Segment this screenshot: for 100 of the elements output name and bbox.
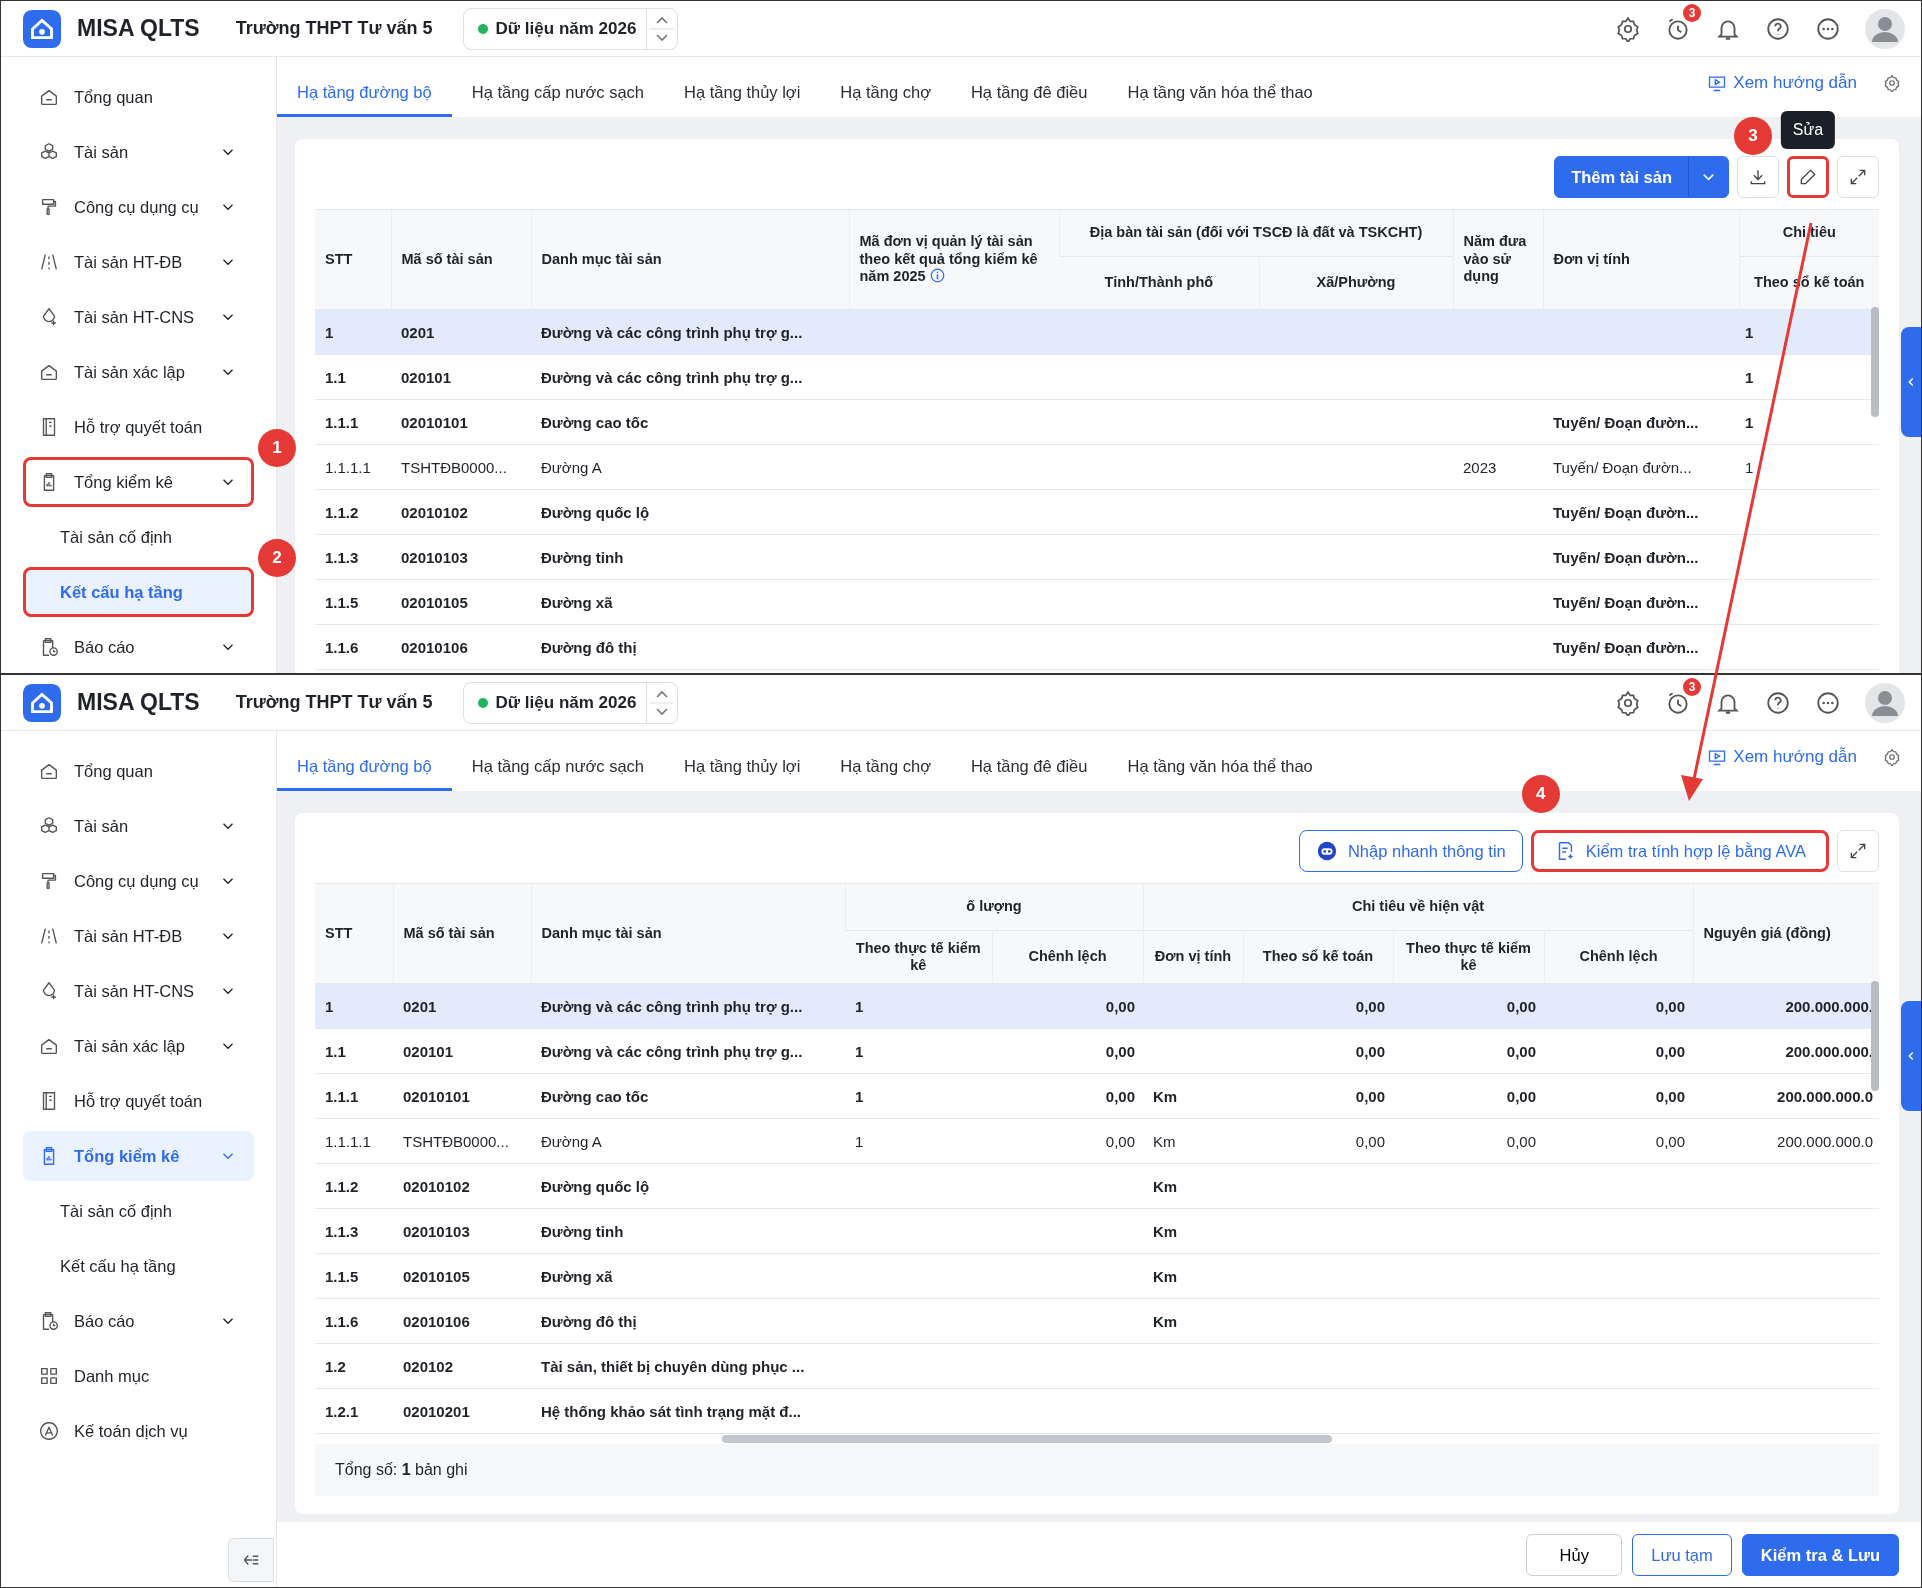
table-cell: 02010105 bbox=[391, 579, 531, 625]
primary-split-button[interactable]: Thêm tài sản bbox=[1554, 156, 1729, 198]
table-row[interactable]: 1.1.6 02010106 Đường đô thị Km bbox=[315, 1298, 1879, 1344]
table-cell: 0,00 bbox=[1243, 983, 1393, 1029]
settings-icon[interactable] bbox=[1615, 689, 1641, 716]
sidebar-item[interactable]: Tài sản bbox=[23, 127, 254, 177]
expand-button[interactable] bbox=[1837, 830, 1879, 872]
table-cell: 0,00 bbox=[992, 1073, 1143, 1119]
table-row[interactable]: 1.1.5 02010105 Đường xã Km bbox=[315, 1253, 1879, 1299]
settings-icon[interactable] bbox=[1883, 74, 1901, 92]
action-button[interactable]: Nhập nhanh thông tin bbox=[1298, 830, 1523, 872]
table-row[interactable]: 1.1.5 02010105 Đường xã Tuyến/ Đoạn đườn... bbox=[315, 579, 1879, 625]
table-row[interactable]: 1.1.1 02010101 Đường cao tốc 1 0,00 Km 0,00 0,00 0,00 200.000.000.0 bbox=[315, 1073, 1879, 1119]
footer-button[interactable]: Kiểm tra & Lưu bbox=[1741, 1534, 1899, 1576]
scrollbar[interactable] bbox=[722, 1435, 1332, 1443]
collapse-sidebar-button[interactable] bbox=[228, 1538, 274, 1582]
sidebar-item[interactable]: Hỗ trợ quyết toán bbox=[23, 1076, 254, 1126]
table-cell: Đường quốc lộ bbox=[531, 1163, 845, 1209]
guide-link[interactable]: Xem hướng dẫn bbox=[1707, 73, 1857, 93]
avatar-icon[interactable] bbox=[1865, 8, 1905, 49]
tab[interactable]: Hạ tầng cấp nước sạch bbox=[451, 70, 664, 117]
table-row[interactable]: 1.1.2 02010102 Đường quốc lộ Tuyến/ Đoạn đườn... bbox=[315, 489, 1879, 535]
sidebar-item[interactable]: Kế toán dịch vụ bbox=[23, 1406, 254, 1456]
scrollbar[interactable] bbox=[1871, 307, 1879, 417]
expand-button[interactable] bbox=[1837, 156, 1879, 198]
tab[interactable]: Hạ tầng văn hóa thể thao bbox=[1107, 744, 1333, 791]
table-row[interactable]: 1.2.1 02010201 Hệ thống khảo sát tình trạng mặt đ... bbox=[315, 1388, 1879, 1434]
sidebar-item[interactable]: Hỗ trợ quyết toán bbox=[23, 402, 254, 452]
table-cell: 0,00 bbox=[992, 983, 1143, 1029]
sidebar-item[interactable]: Tài sản xác lập bbox=[23, 347, 254, 397]
sidebar-item[interactable]: Tổng quan bbox=[23, 746, 254, 796]
column-header: Danh mục tài sản bbox=[531, 883, 845, 984]
tab[interactable]: Hạ tầng cấp nước sạch bbox=[451, 744, 664, 791]
column-header: Địa bàn tài sản (đối với TSCĐ là đất và TSKCHT) bbox=[1059, 209, 1453, 257]
table-cell: Đường và các công trình phụ trợ g... bbox=[531, 354, 849, 400]
sidebar-subitem[interactable]: Kết cấu hạ tầng bbox=[23, 1241, 254, 1291]
sidebar-item[interactable]: Tài sản HT-CNS bbox=[23, 292, 254, 342]
column-header: Nguyên giá (đồng) bbox=[1693, 883, 1879, 984]
table-cell: Đường và các công trình phụ trợ g... bbox=[531, 983, 845, 1029]
table-cell: 1 bbox=[845, 983, 992, 1029]
step-marker: 2 bbox=[258, 539, 296, 577]
help-icon[interactable] bbox=[1765, 689, 1791, 716]
tab[interactable]: Hạ tầng chợ bbox=[820, 744, 951, 791]
sidebar-item[interactable]: Báo cáo bbox=[23, 1296, 254, 1346]
panel-toggle[interactable] bbox=[1901, 1001, 1921, 1111]
tab[interactable]: Hạ tầng đường bộ bbox=[277, 744, 452, 791]
table-cell: 1 bbox=[845, 1118, 992, 1164]
column-header: Xã/Phường bbox=[1259, 256, 1453, 310]
settings-icon[interactable] bbox=[1883, 748, 1901, 766]
year-selector[interactable]: Dữ liệu năm 2026 bbox=[462, 7, 679, 50]
sidebar-subitem[interactable]: Kết cấu hạ tầng bbox=[23, 567, 254, 617]
table-cell: Đường đô thị bbox=[531, 1298, 845, 1344]
table-cell: 1 bbox=[315, 983, 393, 1029]
sidebar-item[interactable]: Tài sản bbox=[23, 801, 254, 851]
tab[interactable]: Hạ tầng chợ bbox=[820, 70, 951, 117]
tab[interactable]: Hạ tầng đê điều bbox=[950, 70, 1108, 117]
sidebar-item[interactable]: Báo cáo bbox=[23, 622, 254, 672]
sidebar-item[interactable]: Tài sản HT-CNS bbox=[23, 966, 254, 1016]
table-row[interactable]: 1.1.6 02010106 Đường đô thị Tuyến/ Đoạn đườn... bbox=[315, 624, 1879, 670]
table-row[interactable]: 1.1.3 02010103 Đường tỉnh Tuyến/ Đoạn đườn... bbox=[315, 534, 1879, 580]
column-header: Chi tiêu về hiện vật bbox=[1143, 883, 1694, 931]
sidebar-item[interactable]: Tổng kiểm kê bbox=[23, 1131, 254, 1181]
more-icon[interactable] bbox=[1815, 689, 1841, 716]
tab[interactable]: Hạ tầng đê điều bbox=[950, 744, 1108, 791]
table-row[interactable]: 1.1.1 02010101 Đường cao tốc Tuyến/ Đoạn đườn... 1 bbox=[315, 399, 1879, 445]
tab[interactable]: Hạ tầng đường bộ bbox=[277, 70, 452, 117]
table-row[interactable]: 1.1.2 02010102 Đường quốc lộ Km bbox=[315, 1163, 1879, 1209]
sidebar-subitem[interactable]: Tài sản cố định bbox=[23, 512, 254, 562]
footer-button[interactable]: Lưu tạm bbox=[1632, 1534, 1732, 1576]
sidebar-item[interactable]: Tổng kiểm kê bbox=[23, 457, 254, 507]
table-row[interactable]: 1.2 020102 Tài sản, thiết bị chuyên dùng phục ... bbox=[315, 1343, 1879, 1389]
tab[interactable]: Hạ tầng văn hóa thể thao bbox=[1107, 70, 1333, 117]
table-cell: 020101 bbox=[391, 354, 531, 400]
settings-icon[interactable] bbox=[1615, 15, 1641, 42]
avatar-icon[interactable] bbox=[1865, 682, 1905, 723]
table-row[interactable]: 1.1.3 02010103 Đường tỉnh Km bbox=[315, 1208, 1879, 1254]
sidebar-item[interactable]: Tài sản xác lập bbox=[23, 1021, 254, 1071]
guide-link[interactable]: Xem hướng dẫn bbox=[1707, 747, 1857, 767]
sidebar-item[interactable]: Công cụ dụng cụ bbox=[23, 182, 254, 232]
sidebar-item[interactable]: Công cụ dụng cụ bbox=[23, 856, 254, 906]
notification-badge: 3 bbox=[1683, 677, 1701, 696]
footer-button[interactable]: Hủy bbox=[1526, 1534, 1623, 1576]
scrollbar[interactable] bbox=[1871, 981, 1879, 1091]
year-selector[interactable]: Dữ liệu năm 2026 bbox=[462, 681, 679, 724]
panel-toggle[interactable] bbox=[1901, 327, 1921, 437]
download-button[interactable] bbox=[1737, 156, 1779, 198]
sidebar-item[interactable]: Danh mục bbox=[23, 1351, 254, 1401]
tab[interactable]: Hạ tầng thủy lợi bbox=[664, 70, 821, 117]
tab[interactable]: Hạ tầng thủy lợi bbox=[664, 744, 821, 791]
column-header: STT bbox=[315, 883, 393, 984]
sidebar-item[interactable]: Tài sản HT-ĐB bbox=[23, 237, 254, 287]
download-icon bbox=[1748, 167, 1768, 187]
help-icon[interactable] bbox=[1765, 15, 1791, 42]
table-cell: Đường xã bbox=[531, 1253, 845, 1299]
table-row[interactable]: 1.1.1.1 TSHTĐB0000... Đường A 2023 Tuyến/ Đoạn đườn... 1 bbox=[315, 444, 1879, 490]
sidebar-item[interactable]: Tài sản HT-ĐB bbox=[23, 911, 254, 961]
more-icon[interactable] bbox=[1815, 15, 1841, 42]
sidebar-item[interactable]: Tổng quan bbox=[23, 72, 254, 122]
sidebar-subitem[interactable]: Tài sản cố định bbox=[23, 1186, 254, 1236]
table-row[interactable]: 1.1.1.1 TSHTĐB0000... Đường A 1 0,00 Km 0,00 0,00 0,00 200.000.000.0 bbox=[315, 1118, 1879, 1164]
